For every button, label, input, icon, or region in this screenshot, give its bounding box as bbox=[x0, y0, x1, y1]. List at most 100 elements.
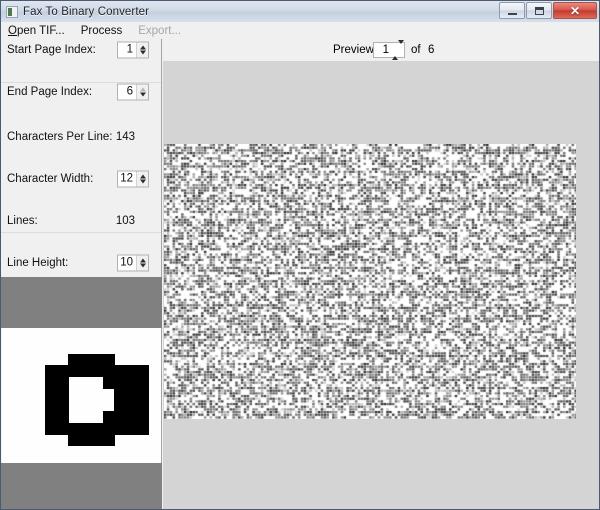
menu-item-open-tif-label: pen TIF... bbox=[16, 24, 65, 37]
bitmap-pixel bbox=[56, 399, 69, 412]
preview-of-label: of bbox=[411, 44, 421, 56]
bitmap-pixel bbox=[125, 388, 138, 401]
page-preview-canvas[interactable] bbox=[164, 144, 576, 419]
chevron-down-icon[interactable] bbox=[139, 179, 146, 183]
menu-accel-char: O bbox=[8, 24, 17, 37]
menu-item-process[interactable]: Process bbox=[74, 24, 132, 38]
menu-item-open-tif[interactable]: Open TIF... bbox=[1, 24, 74, 38]
chevron-down-icon[interactable] bbox=[139, 92, 146, 96]
label-end-page-index: End Page Index: bbox=[7, 85, 93, 98]
page-preview-bitmap bbox=[164, 144, 576, 419]
divider bbox=[1, 82, 161, 83]
spinner-character-width[interactable]: 12 bbox=[117, 170, 149, 187]
bitmap-pixel bbox=[91, 422, 104, 435]
bitmap-pixel bbox=[137, 422, 150, 435]
spinner-start-page-index-value: 1 bbox=[126, 43, 133, 56]
field-end-page-index[interactable]: End Page Index: 6 bbox=[1, 81, 161, 102]
bitmap-pixel bbox=[125, 422, 138, 435]
minimize-icon bbox=[507, 12, 517, 15]
chevron-up-icon[interactable] bbox=[139, 45, 146, 49]
bitmap-pixel bbox=[56, 376, 69, 389]
spinner-preview-page-value: 1 bbox=[382, 44, 389, 56]
bitmap-pixel bbox=[91, 353, 104, 366]
window-controls: ✕ bbox=[498, 2, 597, 19]
app-icon bbox=[6, 5, 18, 18]
bitmap-pixel bbox=[91, 434, 104, 447]
bitmap-pixel bbox=[114, 388, 127, 401]
bitmap-pixel bbox=[79, 434, 92, 447]
bitmap-pixel bbox=[125, 376, 138, 389]
bitmap-pixel bbox=[68, 434, 81, 447]
bitmap-pixel bbox=[137, 388, 150, 401]
chevron-up-icon[interactable] bbox=[139, 174, 146, 178]
bitmap-pixel bbox=[102, 422, 115, 435]
menu-item-export[interactable]: Export... bbox=[131, 24, 190, 38]
bitmap-pixel bbox=[79, 365, 92, 378]
bitmap-pixel bbox=[45, 411, 58, 424]
bitmap-pixel bbox=[125, 399, 138, 412]
label-characters-per-line: Characters Per Line: bbox=[7, 130, 113, 143]
bitmap-pixel bbox=[79, 353, 92, 366]
spinner-character-width-value: 12 bbox=[120, 172, 133, 185]
chevron-up-icon[interactable] bbox=[139, 87, 146, 91]
bitmap-pixel bbox=[125, 365, 138, 378]
chevron-down-icon[interactable] bbox=[139, 50, 146, 54]
spinner-line-height[interactable]: 10 bbox=[117, 254, 149, 271]
chevron-down-icon[interactable] bbox=[398, 40, 404, 56]
value-characters-per-line: 143 bbox=[115, 130, 135, 143]
field-lines: Lines: 103 bbox=[1, 210, 161, 231]
app-window: Fax To Binary Converter ✕ Open TIF... Pr… bbox=[0, 0, 600, 510]
spinner-end-page-index-arrows[interactable] bbox=[136, 84, 148, 99]
bitmap-pixel bbox=[91, 365, 104, 378]
field-characters-per-line: Characters Per Line: 143 bbox=[1, 126, 161, 147]
bitmap-pixel bbox=[137, 365, 150, 378]
bitmap-pixel bbox=[56, 365, 69, 378]
settings-panel: Start Page Index: 1 End Page Index: 6 Ch… bbox=[1, 39, 162, 509]
bitmap-pixel bbox=[137, 376, 150, 389]
maximize-button[interactable] bbox=[526, 2, 552, 19]
minimize-button[interactable] bbox=[499, 2, 525, 19]
field-line-height[interactable]: Line Height: 10 bbox=[1, 252, 161, 273]
bitmap-pixel bbox=[68, 353, 81, 366]
bitmap-pixel bbox=[45, 399, 58, 412]
bitmap-pixel bbox=[114, 411, 127, 424]
spinner-end-page-index[interactable]: 6 bbox=[117, 83, 149, 100]
field-start-page-index[interactable]: Start Page Index: 1 bbox=[1, 39, 161, 60]
spinner-line-height-arrows[interactable] bbox=[136, 255, 148, 270]
bitmap-pixel bbox=[45, 422, 58, 435]
bitmap-pixel bbox=[45, 365, 58, 378]
label-character-width: Character Width: bbox=[7, 172, 94, 185]
spinner-end-page-index-value: 6 bbox=[126, 85, 133, 98]
spinner-preview-page-arrows[interactable] bbox=[392, 40, 404, 60]
bitmap-pixel bbox=[102, 365, 115, 378]
close-icon: ✕ bbox=[569, 3, 581, 18]
window-title: Fax To Binary Converter bbox=[23, 5, 150, 18]
line-preview-strip-bottom bbox=[1, 463, 162, 509]
bitmap-pixel bbox=[125, 411, 138, 424]
bitmap-pixel bbox=[102, 376, 115, 389]
spinner-preview-page[interactable]: 1 bbox=[373, 40, 405, 60]
chevron-up-icon[interactable] bbox=[139, 258, 146, 262]
bitmap-pixel bbox=[137, 399, 150, 412]
preview-panel: Preview 1 of 6 bbox=[163, 39, 599, 509]
bitmap-pixel bbox=[102, 353, 115, 366]
bitmap-pixel bbox=[137, 411, 150, 424]
bitmap-pixel bbox=[114, 376, 127, 389]
line-preview-strip-top bbox=[1, 277, 162, 328]
character-bitmap-preview bbox=[2, 328, 161, 463]
spinner-start-page-index[interactable]: 1 bbox=[117, 41, 149, 58]
bitmap-pixel bbox=[114, 365, 127, 378]
chevron-down-icon[interactable] bbox=[139, 263, 146, 267]
bitmap-pixel bbox=[45, 376, 58, 389]
spinner-start-page-index-arrows[interactable] bbox=[136, 42, 148, 57]
label-line-height: Line Height: bbox=[7, 256, 69, 269]
bitmap-pixel bbox=[56, 422, 69, 435]
close-button[interactable]: ✕ bbox=[553, 2, 597, 19]
label-lines: Lines: bbox=[7, 214, 38, 227]
value-lines: 103 bbox=[115, 214, 135, 227]
bitmap-pixel bbox=[79, 422, 92, 435]
bitmap-pixel bbox=[56, 388, 69, 401]
field-character-width[interactable]: Character Width: 12 bbox=[1, 168, 161, 189]
spinner-character-width-arrows[interactable] bbox=[136, 171, 148, 186]
title-bar[interactable]: Fax To Binary Converter ✕ bbox=[1, 1, 599, 23]
